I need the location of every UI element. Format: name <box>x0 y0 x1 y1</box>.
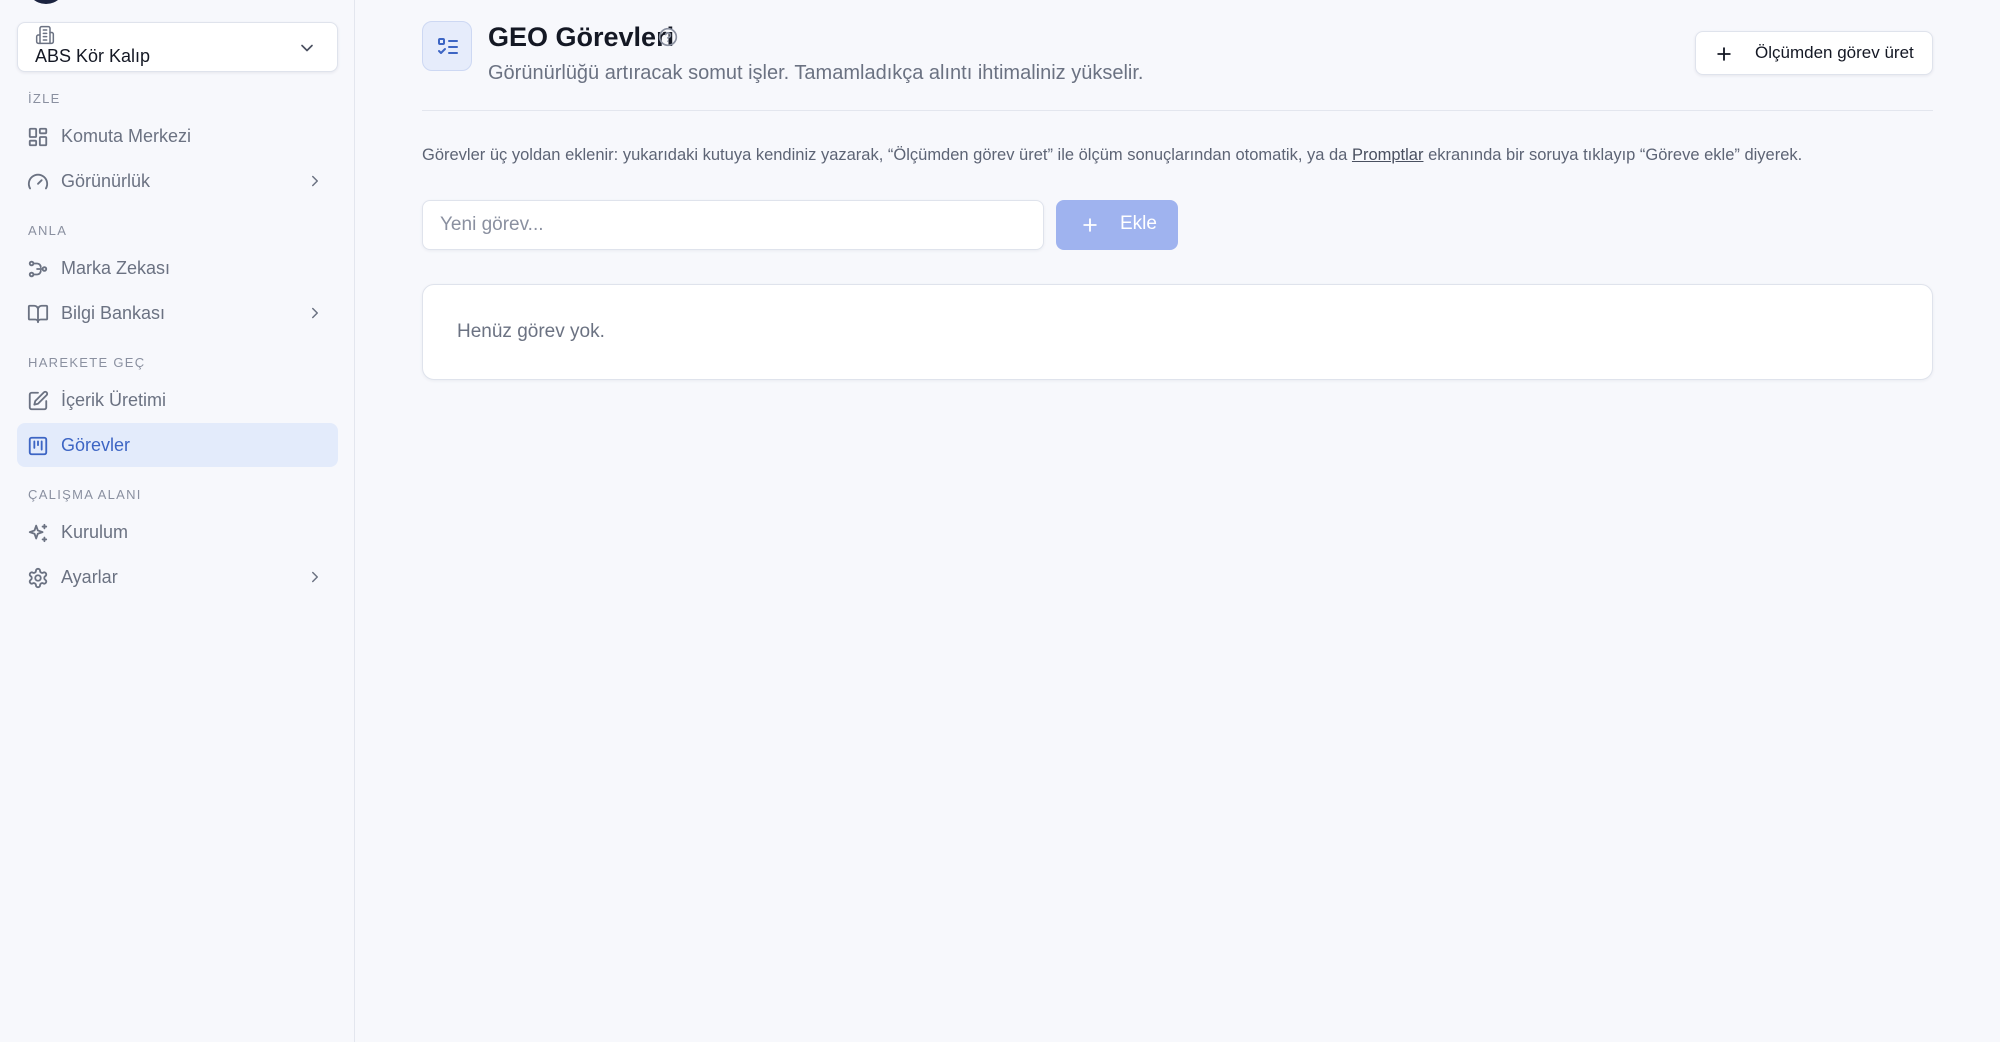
sidebar-item-komuta-merkezi[interactable]: Komuta Merkezi <box>17 114 338 158</box>
section-label-izle: İZLE <box>28 91 61 106</box>
nodes-icon <box>27 258 49 280</box>
sidebar-item-label: Kurulum <box>61 521 129 542</box>
add-task-label: Ekle <box>1120 213 1157 234</box>
add-task-button[interactable]: Ekle <box>1056 200 1178 250</box>
sidebar-item-label: Komuta Merkezi <box>61 125 192 146</box>
sidebar-item-marka-zekasi[interactable]: Marka Zekası <box>17 246 338 290</box>
chevron-down-icon <box>297 38 317 58</box>
gauge-icon <box>27 171 49 193</box>
sidebar-item-bilgi-bankasi[interactable]: Bilgi Bankası <box>17 291 338 335</box>
page-subtitle: Görünürlüğü artıracak somut işler. Tamam… <box>488 62 1144 84</box>
task-list-empty-state: Henüz görev yok. <box>422 284 1933 380</box>
chevron-right-icon <box>306 172 324 190</box>
generate-tasks-button[interactable]: Ölçümden görev üret <box>1695 31 1933 75</box>
chevron-right-icon <box>306 568 324 586</box>
header-divider <box>422 110 1933 111</box>
generate-tasks-label: Ölçümden görev üret <box>1755 43 1914 62</box>
section-label-harekete-gec: HAREKETE GEÇ <box>28 355 146 370</box>
sidebar-item-label: Ayarlar <box>61 566 118 587</box>
new-task-input[interactable] <box>422 200 1044 250</box>
sidebar: ABS Kör Kalıp İZLE Komuta Merkezi Görünü… <box>0 0 355 1042</box>
sidebar-item-icerik-uretimi[interactable]: İçerik Üretimi <box>17 378 338 422</box>
sidebar-item-kurulum[interactable]: Kurulum <box>17 510 338 554</box>
sidebar-item-label: İçerik Üretimi <box>61 389 167 410</box>
sidebar-item-gorevler[interactable]: Görevler <box>17 423 338 467</box>
empty-state-text: Henüz görev yok. <box>457 321 605 342</box>
kanban-icon <box>27 435 49 457</box>
plus-icon <box>1080 215 1100 235</box>
info-text: Görevler üç yoldan eklenir: yukarıdaki k… <box>422 146 1802 165</box>
sidebar-item-gorunurluk[interactable]: Görünürlük <box>17 159 338 203</box>
sidebar-item-label: Marka Zekası <box>61 257 171 278</box>
sidebar-item-ayarlar[interactable]: Ayarlar <box>17 555 338 599</box>
avatar[interactable] <box>26 0 66 4</box>
section-label-calisma-alani: ÇALIŞMA ALANI <box>28 487 142 502</box>
sparkles-icon <box>27 522 49 544</box>
info-text-start: Görevler üç yoldan eklenir: yukarıdaki k… <box>422 146 1352 164</box>
checklist-icon <box>422 21 472 71</box>
gear-icon <box>27 567 49 589</box>
help-icon[interactable] <box>658 27 678 47</box>
grid-icon <box>27 126 49 148</box>
building-icon <box>35 25 55 45</box>
plus-icon <box>1714 44 1734 64</box>
sidebar-item-label: Görevler <box>61 434 131 455</box>
book-icon <box>27 303 49 325</box>
main-content: GEO Görevleri Görünürlüğü artıracak somu… <box>355 0 2000 1042</box>
edit-icon <box>27 390 49 412</box>
app-root: ABS Kör Kalıp İZLE Komuta Merkezi Görünü… <box>0 0 2000 1042</box>
sidebar-item-label: Bilgi Bankası <box>61 302 166 323</box>
section-label-anla: ANLA <box>28 223 68 238</box>
page-title: GEO Görevleri <box>488 22 675 52</box>
sidebar-item-label: Görünürlük <box>61 170 151 191</box>
workspace-selector[interactable]: ABS Kör Kalıp <box>17 22 338 72</box>
prompts-link[interactable]: Promptlar <box>1352 146 1424 164</box>
chevron-right-icon <box>306 304 324 322</box>
workspace-name: ABS Kör Kalıp <box>35 46 151 66</box>
info-text-end: ekranında bir soruya tıklayıp “Göreve ek… <box>1423 146 1803 164</box>
